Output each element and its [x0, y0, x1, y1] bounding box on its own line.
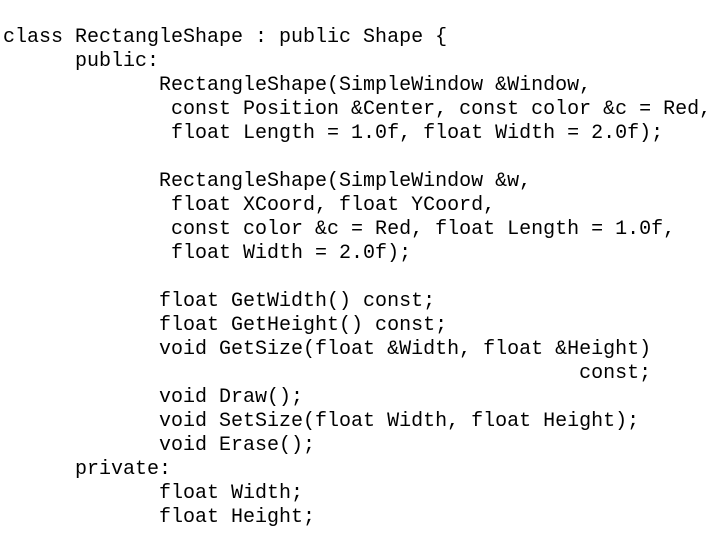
code-line: public: — [3, 50, 160, 73]
code-line: const Position &Center, const color &c =… — [3, 98, 712, 121]
code-line: const color &c = Red, float Length = 1.0… — [3, 218, 676, 241]
code-slide: class RectangleShape : public Shape { pu… — [0, 0, 720, 540]
code-line: private: — [3, 458, 172, 481]
code-line: RectangleShape(SimpleWindow &Window, — [3, 74, 592, 97]
code-line: float GetHeight() const; — [3, 314, 448, 337]
code-line: void Erase(); — [3, 434, 316, 457]
code-line: void Draw(); — [3, 386, 304, 409]
code-line: float Width; — [3, 482, 304, 505]
code-line: class RectangleShape : public Shape { — [3, 26, 448, 49]
code-line: const; — [3, 362, 652, 385]
code-line: float Width = 2.0f); — [3, 242, 412, 265]
code-line: RectangleShape(SimpleWindow &w, — [3, 170, 532, 193]
code-line: void SetSize(float Width, float Height); — [3, 410, 640, 433]
code-line: void GetSize(float &Width, float &Height… — [3, 338, 652, 361]
code-line: float GetWidth() const; — [3, 290, 436, 313]
code-line: float Length = 1.0f, float Width = 2.0f)… — [3, 122, 664, 145]
code-line: float Height; — [3, 506, 316, 529]
code-line: float XCoord, float YCoord, — [3, 194, 496, 217]
code-listing: class RectangleShape : public Shape { pu… — [3, 26, 720, 530]
